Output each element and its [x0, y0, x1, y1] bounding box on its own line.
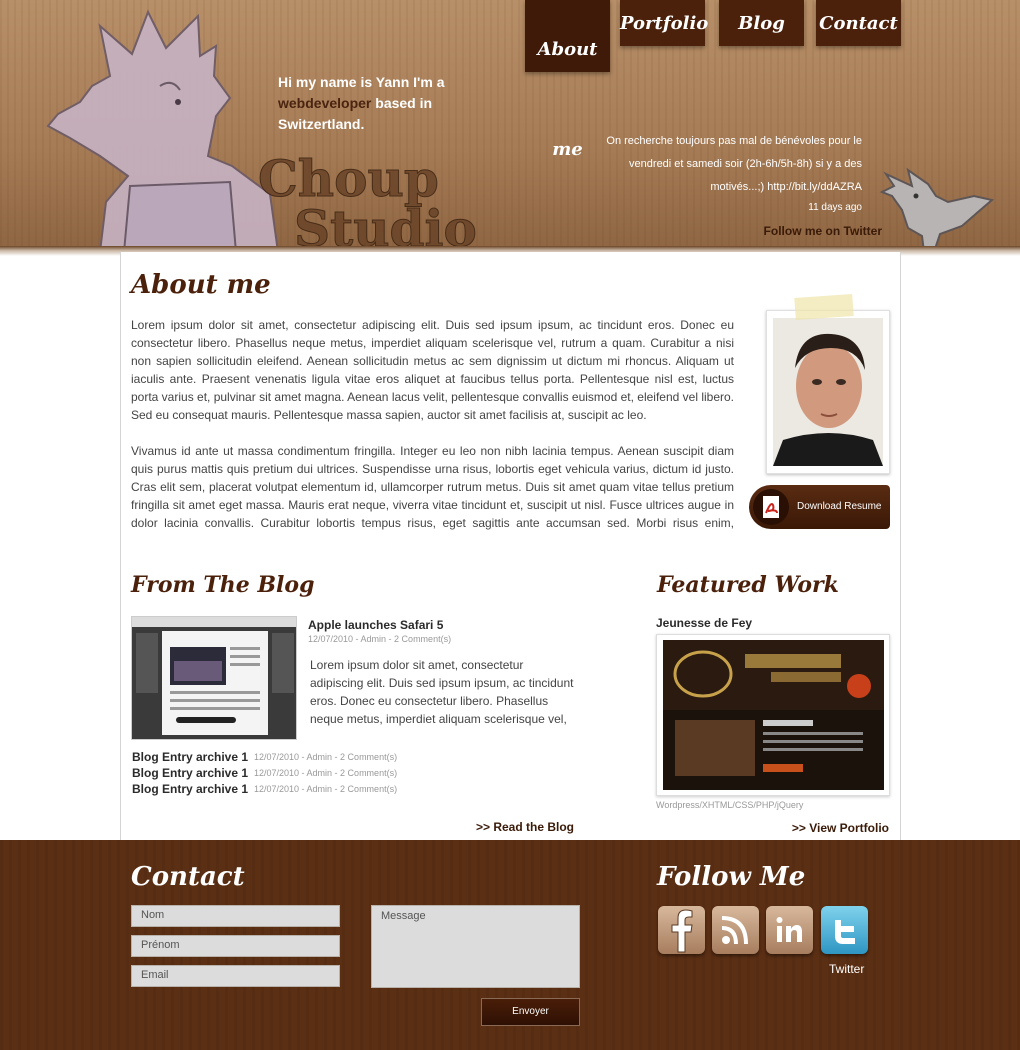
intro-accent-webdeveloper: webdeveloper — [278, 95, 372, 111]
svg-text:Studio: Studio — [294, 199, 477, 250]
download-resume-label: Download Resume — [797, 501, 882, 512]
archive-title: Blog Entry archive 1 — [132, 782, 249, 796]
follow-on-twitter-link[interactable]: Follow me on Twitter — [730, 224, 882, 238]
blog-post-title[interactable]: Apple launches Safari 5 — [308, 618, 443, 632]
view-portfolio-link[interactable]: >> View Portfolio — [760, 821, 889, 835]
choup-studio-logo: Choup Studio — [258, 150, 477, 250]
rss-icon[interactable] — [712, 906, 759, 954]
intro-line-3: Switzertland. — [278, 116, 365, 132]
read-the-blog-link[interactable]: >> Read the Blog — [450, 820, 574, 834]
archive-title: Blog Entry archive 1 — [132, 766, 249, 780]
follow-me-heading: Follow Me — [657, 862, 806, 892]
intro-line-2: based in — [371, 95, 433, 111]
blog-post-excerpt: Lorem ipsum dolor sit amet, consectetur … — [310, 658, 574, 726]
about-paragraph-2: Vivamus id ante ut massa condimentum fri… — [131, 444, 734, 530]
contact-heading: Contact — [131, 862, 245, 892]
email-field[interactable]: Email — [131, 965, 340, 987]
first-name-field[interactable]: Prénom — [131, 935, 340, 957]
archive-meta: 12/07/2010 - Admin - 2 Comment(s) — [254, 768, 398, 778]
blog-post-meta: 12/07/2010 - Admin - 2 Comment(s) — [308, 634, 452, 644]
featured-work-screenshot[interactable] — [663, 640, 884, 790]
blog-post-thumbnail[interactable] — [131, 616, 297, 740]
featured-project-name[interactable]: Jeunesse de Fey — [656, 616, 752, 630]
nav-contact[interactable]: Contact — [816, 0, 901, 46]
bird-illustration — [879, 167, 995, 252]
twitter-icon[interactable] — [821, 906, 868, 954]
nav-about-me[interactable]: About me — [525, 0, 610, 160]
download-resume-button[interactable]: Download Resume — [749, 485, 890, 529]
about-heading: About me — [131, 270, 271, 300]
mascot-illustration — [46, 9, 280, 252]
photo-tape — [794, 294, 854, 320]
intro-text: Hi my name is Yann I'm a webdeveloper ba… — [278, 72, 478, 135]
name-field[interactable]: Nom — [131, 905, 340, 927]
message-field[interactable]: Message — [371, 905, 580, 988]
blog-heading: From The Blog — [131, 572, 315, 598]
latest-tweet: On recherche toujours pas mal de bénévol… — [606, 135, 862, 193]
featured-project-tech: Wordpress/XHTML/CSS/PHP/jQuery — [656, 800, 804, 810]
nav-portfolio[interactable]: Portfolio — [620, 0, 708, 46]
profile-photo — [773, 318, 883, 466]
linkedin-icon[interactable] — [766, 906, 813, 954]
facebook-icon[interactable] — [658, 906, 705, 954]
pdf-icon — [753, 489, 789, 525]
site-header: Choup Studio Hi my name is Yann I'm a we… — [0, 0, 1020, 252]
archive-meta: 12/07/2010 - Admin - 2 Comment(s) — [254, 752, 398, 762]
tweet-timestamp: 11 days ago — [808, 202, 862, 213]
featured-work-heading: Featured Work — [657, 572, 839, 598]
intro-line-1: Hi my name is Yann I'm a — [278, 74, 445, 90]
archive-meta: 12/07/2010 - Admin - 2 Comment(s) — [254, 784, 398, 794]
about-paragraph-1: Lorem ipsum dolor sit amet, consectetur … — [131, 318, 735, 422]
send-button[interactable]: Envoyer — [481, 998, 580, 1026]
archive-title: Blog Entry archive 1 — [132, 750, 249, 764]
nav-blog[interactable]: Blog — [719, 0, 804, 46]
twitter-label: Twitter — [829, 962, 865, 976]
